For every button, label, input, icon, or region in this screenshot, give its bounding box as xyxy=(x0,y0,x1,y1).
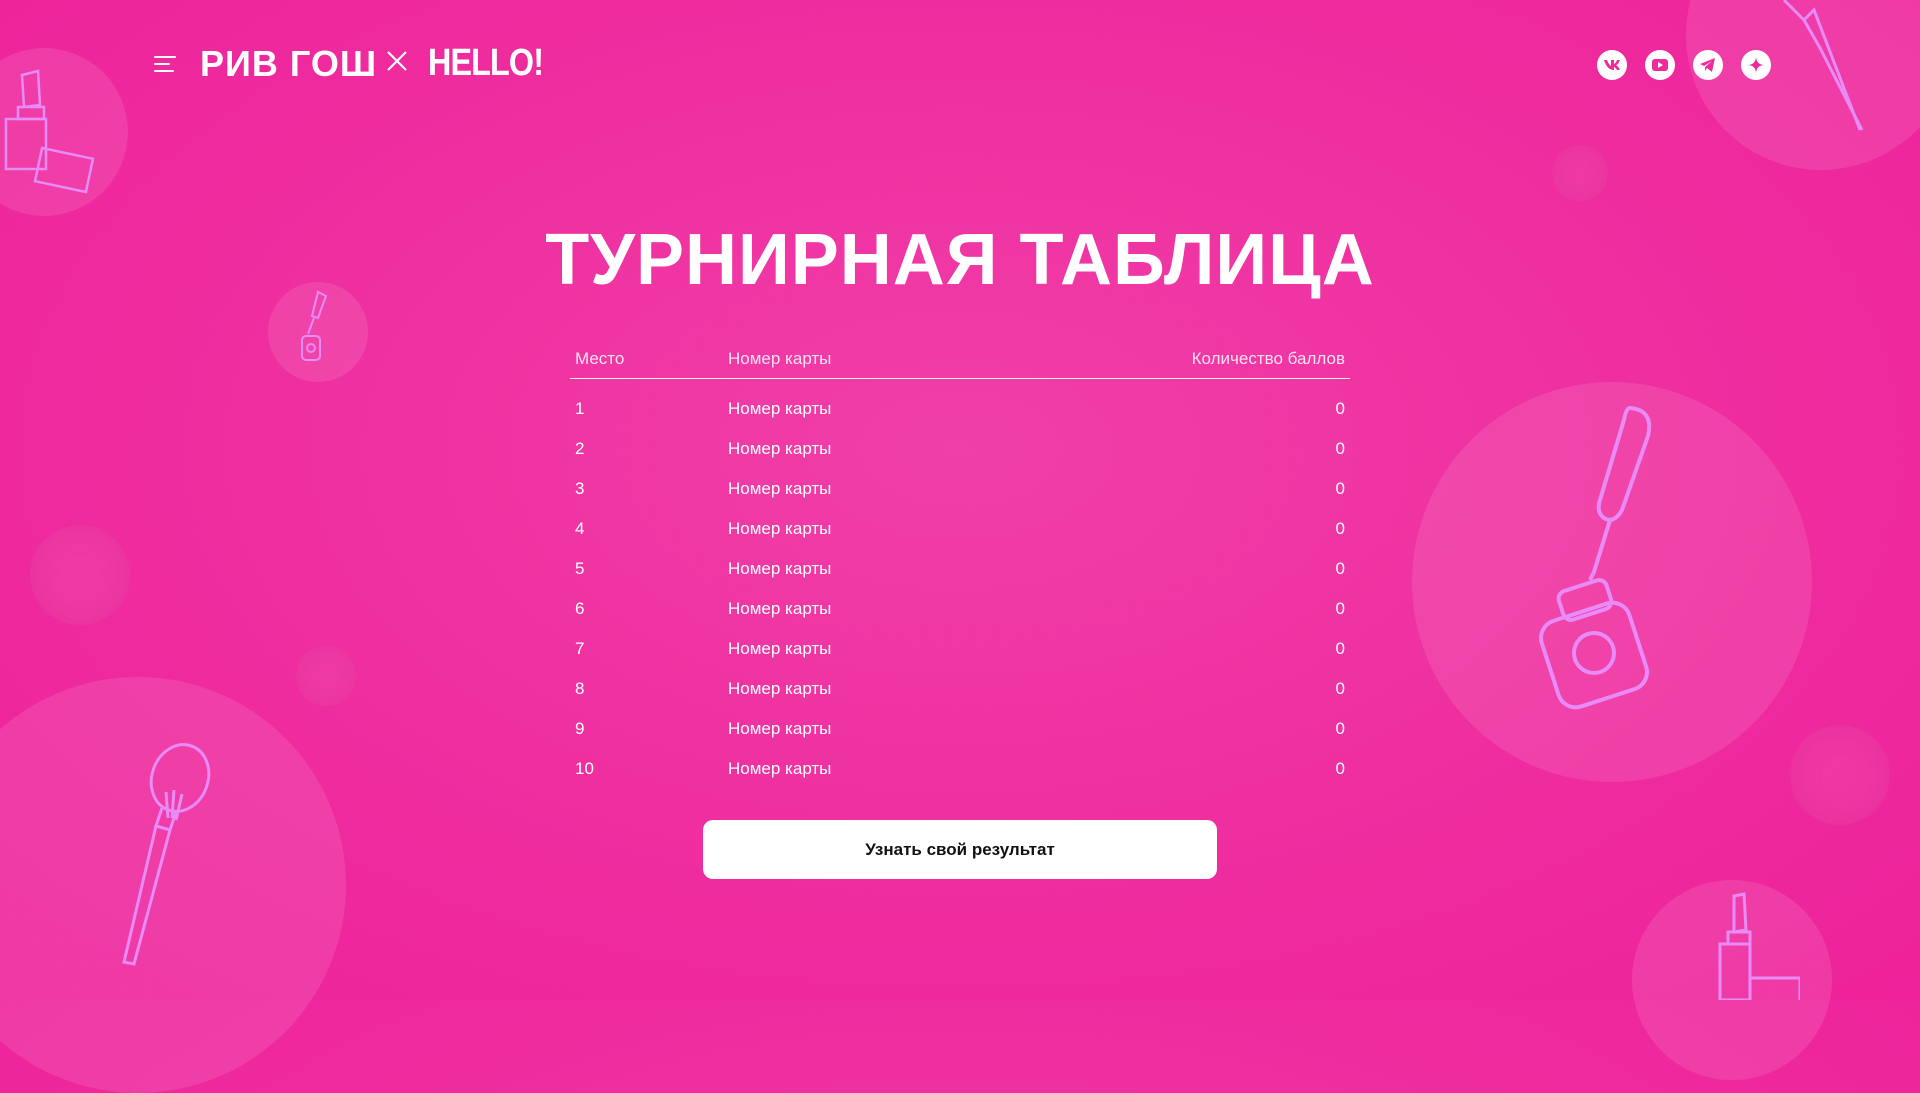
nail-polish-icon xyxy=(296,288,336,368)
place-cell: 4 xyxy=(575,519,585,538)
vk-icon[interactable] xyxy=(1597,50,1627,80)
place-cell: 10 xyxy=(575,759,594,778)
table-row: 8 Номер карты 0 xyxy=(570,669,1350,709)
points-cell: 0 xyxy=(1335,519,1345,538)
points-cell: 0 xyxy=(1335,639,1345,658)
decor-bubble xyxy=(296,646,356,706)
card-cell: Номер карты xyxy=(728,439,832,458)
get-result-button[interactable]: Узнать свой результат xyxy=(703,820,1217,879)
decor-bubble xyxy=(1790,725,1890,825)
table-row: 5 Номер карты 0 xyxy=(570,549,1350,589)
riv-gosh-logo[interactable]: РИВ ГОШ xyxy=(200,44,377,84)
points-cell: 0 xyxy=(1335,599,1345,618)
column-header-card: Номер карты xyxy=(728,349,832,368)
collab-cross-icon xyxy=(386,50,408,77)
column-header-points: Количество баллов xyxy=(1191,349,1345,368)
place-cell: 1 xyxy=(575,399,585,418)
place-cell: 3 xyxy=(575,479,585,498)
site-header: РИВ ГОШ HELLO! xyxy=(0,0,1920,130)
nail-polish-icon xyxy=(1530,400,1680,710)
points-cell: 0 xyxy=(1335,559,1345,578)
place-cell: 5 xyxy=(575,559,585,578)
hello-logo[interactable]: HELLO! xyxy=(428,42,544,84)
card-cell: Номер карты xyxy=(728,679,832,698)
zen-icon[interactable] xyxy=(1741,50,1771,80)
card-cell: Номер карты xyxy=(728,519,832,538)
table-header: Место Номер карты Количество баллов xyxy=(570,340,1350,379)
card-cell: Номер карты xyxy=(728,479,832,498)
place-cell: 9 xyxy=(575,719,585,738)
points-cell: 0 xyxy=(1335,439,1345,458)
points-cell: 0 xyxy=(1335,479,1345,498)
table-row: 6 Номер карты 0 xyxy=(570,589,1350,629)
points-cell: 0 xyxy=(1335,399,1345,418)
table-row: 10 Номер карты 0 xyxy=(570,749,1350,789)
card-cell: Номер карты xyxy=(728,559,832,578)
decor-bubble xyxy=(30,525,130,625)
lipstick-icon xyxy=(1690,890,1800,1000)
leaderboard-table: Место Номер карты Количество баллов 1 Ном… xyxy=(570,340,1350,789)
menu-icon[interactable] xyxy=(154,54,178,74)
place-cell: 6 xyxy=(575,599,585,618)
card-cell: Номер карты xyxy=(728,719,832,738)
page-title: ТУРНИРНАЯ ТАБЛИЦА xyxy=(545,220,1375,300)
table-row: 2 Номер карты 0 xyxy=(570,429,1350,469)
points-cell: 0 xyxy=(1335,759,1345,778)
column-header-place: Место xyxy=(575,349,625,368)
table-row: 9 Номер карты 0 xyxy=(570,709,1350,749)
telegram-icon[interactable] xyxy=(1693,50,1723,80)
place-cell: 7 xyxy=(575,639,585,658)
table-row: 7 Номер карты 0 xyxy=(570,629,1350,669)
card-cell: Номер карты xyxy=(728,639,832,658)
card-cell: Номер карты xyxy=(728,759,832,778)
youtube-icon[interactable] xyxy=(1645,50,1675,80)
table-row: 3 Номер карты 0 xyxy=(570,469,1350,509)
table-row: 4 Номер карты 0 xyxy=(570,509,1350,549)
card-cell: Номер карты xyxy=(728,599,832,618)
table-row: 1 Номер карты 0 xyxy=(570,389,1350,429)
points-cell: 0 xyxy=(1335,679,1345,698)
place-cell: 2 xyxy=(575,439,585,458)
card-cell: Номер карты xyxy=(728,399,832,418)
decor-bubble xyxy=(1552,145,1608,201)
place-cell: 8 xyxy=(575,679,585,698)
makeup-brush-icon xyxy=(110,742,230,972)
points-cell: 0 xyxy=(1335,719,1345,738)
